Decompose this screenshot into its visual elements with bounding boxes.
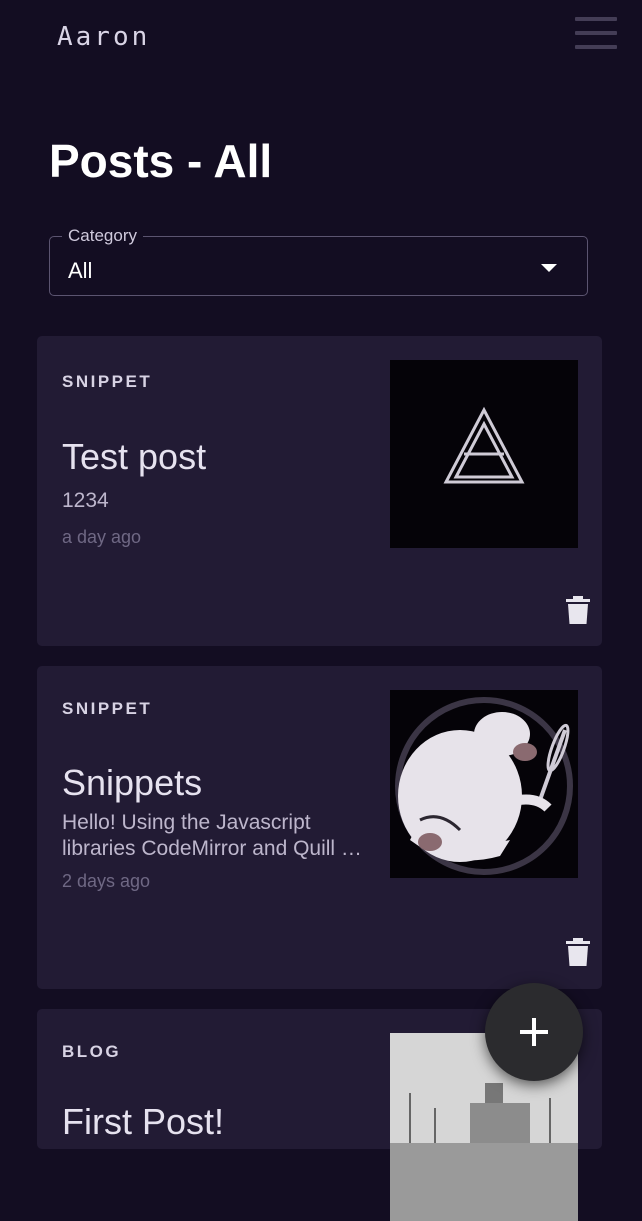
post-time: a day ago <box>62 527 142 547</box>
post-time: 2 days ago <box>62 871 151 891</box>
post-category: SNIPPET <box>62 699 153 718</box>
category-select[interactable]: Category All <box>49 227 588 296</box>
post-card[interactable]: SNIPPET Test post 1234 a day ago <box>37 336 602 646</box>
category-select-label: Category <box>62 227 143 245</box>
post-thumbnail[interactable] <box>390 690 578 878</box>
delete-trash-icon[interactable] <box>565 937 591 967</box>
post-category: SNIPPET <box>62 372 153 391</box>
page-title: Posts - All <box>49 135 273 187</box>
top-bar: Aaron <box>0 0 642 80</box>
post-title[interactable]: Test post <box>62 436 206 478</box>
plus-icon <box>520 1018 548 1046</box>
delete-trash-icon[interactable] <box>565 595 591 625</box>
category-select-value[interactable]: All <box>68 258 92 284</box>
post-card[interactable]: SNIPPET Snippets Hello! Using the Javasc… <box>37 666 602 989</box>
brand-title[interactable]: Aaron <box>57 22 150 52</box>
post-excerpt: Hello! Using the Javascript libraries Co… <box>62 811 362 860</box>
post-category: BLOG <box>62 1042 122 1061</box>
menu-icon[interactable] <box>572 14 620 56</box>
post-thumbnail[interactable] <box>390 360 578 548</box>
post-title[interactable]: Snippets <box>62 762 202 804</box>
add-post-button[interactable] <box>485 983 583 1081</box>
post-excerpt: 1234 <box>62 489 109 512</box>
post-title[interactable]: First Post! <box>62 1101 224 1143</box>
dropdown-arrow-icon[interactable] <box>541 264 557 272</box>
